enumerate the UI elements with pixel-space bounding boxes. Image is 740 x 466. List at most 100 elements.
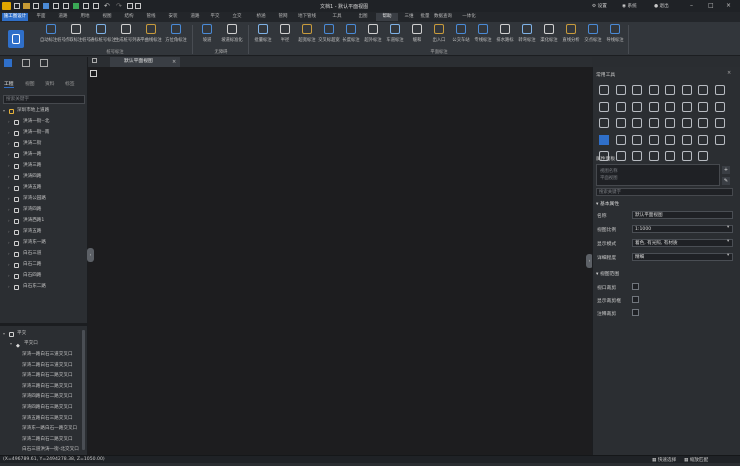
- expand-icon[interactable]: ›: [8, 150, 10, 160]
- angle-icon[interactable]: [665, 118, 675, 128]
- left-panel-scrollbar[interactable]: [82, 330, 85, 450]
- menu-tab-14[interactable]: 出图: [352, 13, 374, 21]
- left-tab-2[interactable]: 资料: [45, 80, 55, 87]
- menu-tab-5[interactable]: 管线: [140, 13, 162, 21]
- select-icon[interactable]: [681, 118, 692, 128]
- expand-icon[interactable]: ▾: [10, 339, 12, 349]
- titlebar-user[interactable]: ● 退出: [654, 3, 669, 9]
- intersection-item[interactable]: 深湾二路白石二路交叉口: [0, 435, 80, 445]
- layer-icon[interactable]: [632, 134, 642, 145]
- prop-value-0[interactable]: 默认平面视图: [632, 211, 733, 219]
- track-icon[interactable]: [648, 151, 659, 161]
- tools-close-icon[interactable]: ×: [727, 70, 731, 76]
- minimize-icon[interactable]: –: [690, 2, 693, 9]
- ribbon-button-1-1[interactable]: 坡道标准化: [221, 24, 243, 48]
- delete-icon[interactable]: [599, 85, 609, 95]
- expand-icon[interactable]: ›: [8, 128, 10, 138]
- align-icon[interactable]: [599, 118, 609, 128]
- close-icon[interactable]: ×: [726, 2, 731, 9]
- menu-tab-12[interactable]: 地下管线: [296, 13, 318, 21]
- ribbon-button-2-10[interactable]: 专线标注: [472, 24, 494, 48]
- menu-tab-4[interactable]: 结构: [118, 13, 140, 21]
- menu-tab-9[interactable]: 立交: [226, 13, 248, 21]
- undo-icon[interactable]: ↶: [104, 2, 110, 10]
- ribbon-button-2-14[interactable]: 直线分析: [560, 24, 582, 48]
- menu-tab-1[interactable]: 道路: [52, 13, 74, 21]
- expand-icon[interactable]: ›: [8, 183, 10, 193]
- new-file-icon[interactable]: [14, 3, 20, 9]
- group-icon[interactable]: [665, 134, 675, 145]
- tab-default-plan-view[interactable]: 默认平面视图 ×: [110, 57, 180, 67]
- ribbon-button-2-3[interactable]: 交叉标超宽: [318, 24, 340, 48]
- ribbon-button-2-11[interactable]: 排水路标: [494, 24, 516, 48]
- dropdown-chevron-icon[interactable]: ▾: [727, 239, 729, 244]
- trim-icon[interactable]: [599, 101, 609, 112]
- filter-icon[interactable]: [698, 118, 708, 128]
- extend-icon[interactable]: [714, 85, 725, 95]
- prop-value-3[interactable]: 精细: [632, 253, 733, 261]
- hide-icon[interactable]: [599, 134, 609, 145]
- expand-icon[interactable]: ›: [8, 249, 10, 259]
- ribbon-button-0-1[interactable]: 点取标注桩号: [65, 24, 91, 48]
- redo-icon[interactable]: ↷: [116, 2, 122, 10]
- ribbon-button-2-8[interactable]: 出入口: [428, 24, 450, 48]
- checkbox-2[interactable]: [632, 309, 639, 316]
- dropdown-chevron-icon[interactable]: ▾: [727, 225, 729, 230]
- panel-view-grid-icon[interactable]: [40, 59, 48, 67]
- tab-close-icon[interactable]: ×: [172, 57, 176, 67]
- ungroup-icon[interactable]: [681, 134, 692, 145]
- tree-item[interactable]: › 洪涛一路: [0, 150, 86, 160]
- intersection-item[interactable]: 深湾四路白石三路交叉口: [0, 403, 80, 413]
- add-prop-button[interactable]: +: [722, 166, 730, 174]
- ribbon-button-0-5[interactable]: 方位角标注: [165, 24, 187, 48]
- property-icon[interactable]: [698, 134, 708, 145]
- break-icon[interactable]: [648, 101, 659, 112]
- expand-icon[interactable]: ›: [8, 216, 10, 226]
- text-icon[interactable]: [681, 151, 692, 161]
- fillet-icon[interactable]: [698, 101, 708, 112]
- panel-splitter[interactable]: [0, 323, 88, 326]
- intersection-item[interactable]: 深湾一路白石三道交叉口: [0, 350, 80, 360]
- tree-item[interactable]: › 洪涛五路: [0, 183, 86, 193]
- ribbon-button-2-9[interactable]: 公交车站: [450, 24, 472, 48]
- tree-item[interactable]: › 深湾公园路: [0, 194, 86, 204]
- tool-icon[interactable]: [135, 3, 141, 9]
- ribbon-button-2-13[interactable]: 渠化标注: [538, 24, 560, 48]
- save-icon[interactable]: [33, 3, 39, 9]
- bottom-tree-root[interactable]: ▾ 平交: [0, 329, 86, 339]
- tree-item[interactable]: › 洪涛三路: [0, 161, 86, 171]
- left-tab-0[interactable]: 工程: [4, 80, 14, 88]
- stretch-icon[interactable]: [698, 85, 708, 95]
- scale-icon[interactable]: [681, 85, 692, 95]
- ortho-icon[interactable]: [615, 151, 626, 161]
- array-icon[interactable]: [632, 101, 642, 112]
- quick-select[interactable]: ▦ 快速选择: [652, 457, 676, 463]
- ribbon-button-2-1[interactable]: 半径: [274, 24, 296, 48]
- project-search-input[interactable]: 搜索关键字: [3, 95, 85, 104]
- expand-icon[interactable]: ▾: [3, 329, 5, 339]
- viewcube-icon[interactable]: [90, 70, 97, 77]
- ribbon-button-2-2[interactable]: 超宽标注: [296, 24, 318, 48]
- panel-view-list-icon[interactable]: [4, 59, 12, 67]
- menu-tab-8[interactable]: 平交: [204, 13, 226, 21]
- layers-icon[interactable]: [93, 3, 99, 9]
- section-basic[interactable]: ▾ 基本属性: [596, 200, 619, 207]
- ribbon-button-0-0[interactable]: 自动标注桩号: [40, 24, 66, 48]
- expand-icon[interactable]: ›: [8, 205, 10, 215]
- expand-icon[interactable]: ›: [8, 271, 10, 281]
- menu-tab-6[interactable]: 安装: [162, 13, 184, 21]
- checkbox-0[interactable]: [632, 283, 639, 290]
- menu-tab-2[interactable]: 用地: [74, 13, 96, 21]
- section-range[interactable]: ▾ 视图范围: [596, 270, 619, 277]
- rotate-icon[interactable]: [648, 85, 659, 95]
- tree-item[interactable]: › 白石东二路: [0, 282, 86, 292]
- tree-item[interactable]: › 深湾四路: [0, 205, 86, 215]
- intersection-item[interactable]: 深湾东一路白石一路交叉口: [0, 424, 80, 434]
- tree-item[interactable]: › 洪涛一街--南: [0, 128, 86, 138]
- measure-icon[interactable]: [615, 118, 626, 128]
- tree-item[interactable]: › 洪涛四路: [0, 172, 86, 182]
- expand-icon[interactable]: ›: [8, 282, 10, 292]
- titlebar-settings[interactable]: ⚙ 设置: [592, 3, 607, 9]
- ribbon-button-0-4[interactable]: 平曲线标注: [140, 24, 162, 48]
- export-icon[interactable]: [63, 3, 69, 9]
